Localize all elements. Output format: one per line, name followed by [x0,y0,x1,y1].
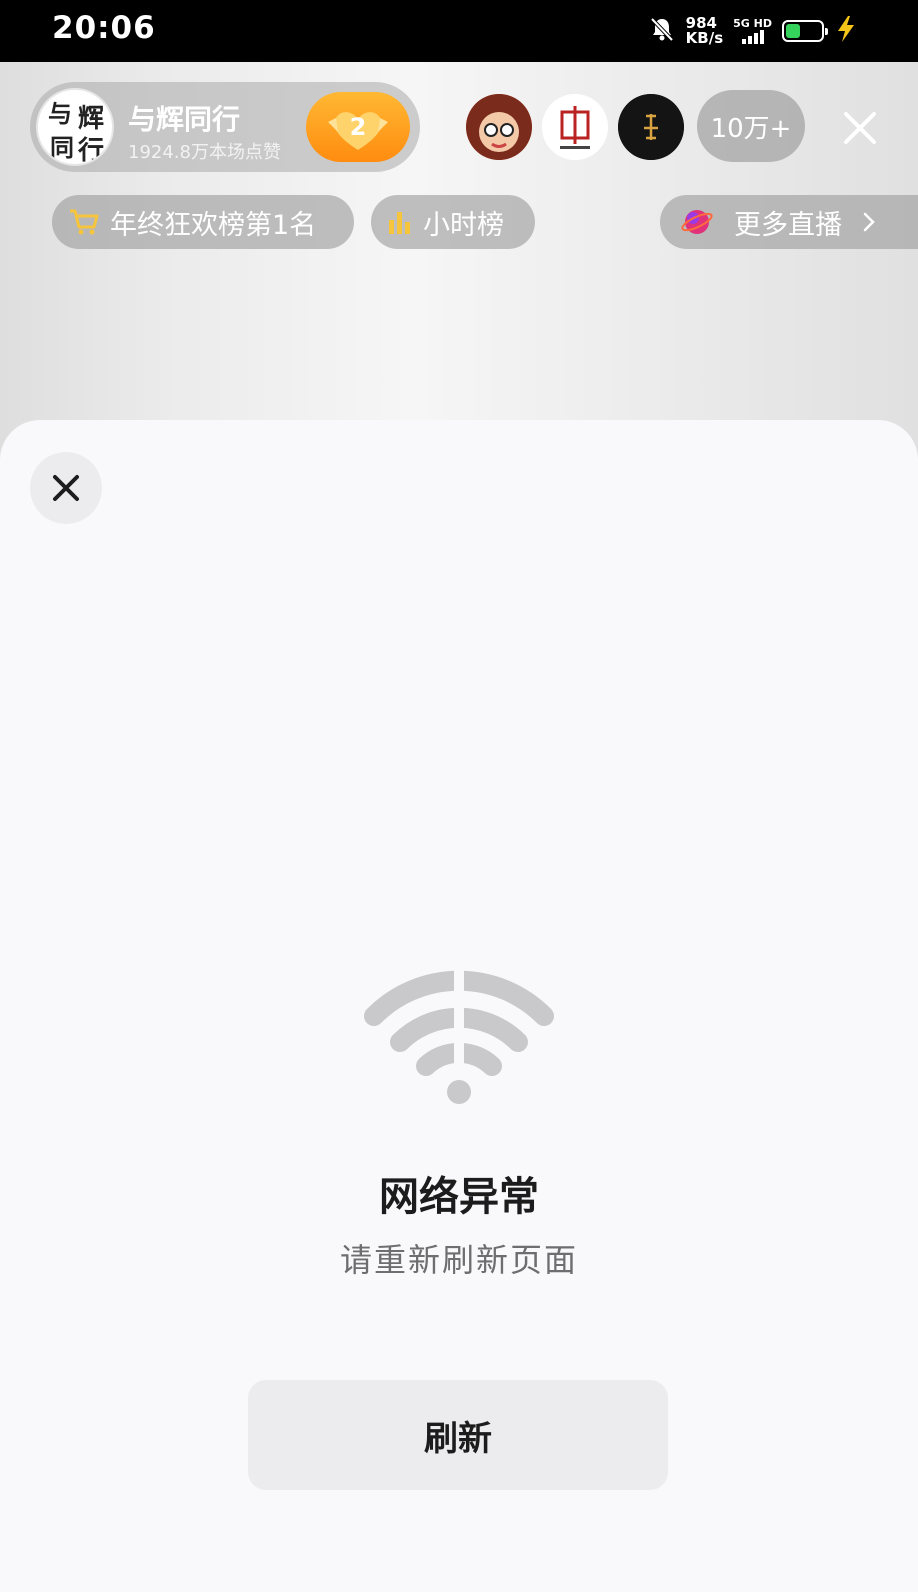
signal-indicator: 5G HD [733,18,772,44]
status-time: 20:06 [52,10,156,46]
charging-icon [834,14,858,48]
viewer-avatar[interactable] [466,94,532,160]
battery-icon [782,20,828,42]
avatar-char: 同 [50,133,74,162]
cart-icon [68,207,100,237]
follow-badge-button[interactable]: 2 [306,92,410,162]
error-subtitle: 请重新刷新页面 [339,1241,578,1279]
bell-off-icon [648,15,676,47]
avatar-char: 行 [78,136,105,166]
status-bar: 20:06 984 KB/s 5G HD [0,0,918,62]
hourly-rank-label: 小时榜 [423,209,504,241]
host-avatar[interactable]: 与 辉 同 行 [36,88,114,166]
close-icon [53,475,79,501]
chevron-right-icon [862,211,876,233]
battery-level [786,24,800,38]
signal-label: 5G HD [733,17,772,30]
rank-chip[interactable]: 年终狂欢榜第1名 [52,195,354,249]
signal-bars-icon [741,30,764,44]
sheet-close-button[interactable] [30,452,102,524]
viewer-avatar[interactable] [618,94,684,160]
network-speed: 984 KB/s [686,16,723,46]
network-speed-unit: KB/s [685,29,724,47]
close-live-button[interactable] [840,108,880,148]
avatar-char: 与 [48,99,72,128]
refresh-button[interactable]: 刷新 [248,1380,668,1490]
viewer-count-button[interactable]: 10万+ [697,90,805,162]
host-name: 与辉同行 [128,103,241,136]
host-likes: 1924.8万本场点赞 [128,142,281,163]
network-error-sheet: 网络异常 请重新刷新页面 刷新 [0,420,918,1592]
hourly-rank-chip[interactable]: 小时榜 [371,195,535,249]
viewer-avatar[interactable] [542,94,608,160]
more-live-label: 更多直播 [734,209,842,241]
follow-level: 2 [349,113,367,141]
planet-icon [680,205,714,239]
wifi-icon [364,970,554,1104]
close-icon [844,112,876,144]
rank-chip-label: 年终狂欢榜第1名 [110,209,317,241]
error-title: 网络异常 [379,1174,539,1220]
status-indicators: 984 KB/s 5G HD [648,12,858,50]
more-live-chip[interactable]: 更多直播 [660,195,918,249]
bar-chart-icon [387,208,413,236]
